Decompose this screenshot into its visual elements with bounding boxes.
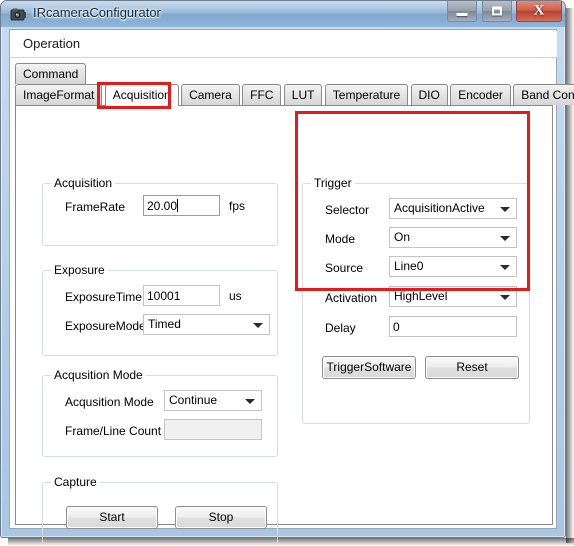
menu-bar: Operation [11,31,557,58]
camera-icon [10,8,26,21]
window-title: IRcameraConfigurator [33,5,161,20]
tab-row-lower: ImageFormat Acquisition Camera FFC LUT T… [15,84,574,106]
tab-encoder[interactable]: Encoder [450,84,511,105]
trigger-source-label: Source [325,261,364,275]
tab-imageformat[interactable]: ImageFormat [15,84,103,105]
group-trigger: Trigger Selector AcquisitionActive Mode … [302,176,530,424]
close-button[interactable]: X [516,1,562,22]
trigger-activation-value: HighLevel [394,289,448,303]
acqusition-mode-label: Acqusition Mode [65,395,154,409]
trigger-delay-label: Delay [325,321,356,335]
tab-command[interactable]: Command [15,63,87,84]
trigger-activation-label: Activation [325,291,378,305]
trigger-activation-combobox[interactable]: HighLevel [389,286,517,307]
maximize-icon [491,6,502,16]
trigger-source-combobox[interactable]: Line0 [389,256,517,277]
exposuretime-input[interactable]: 10001 [143,285,220,306]
group-capture: Capture Start Stop [42,475,278,544]
group-acquisition-title: Acquisition [51,176,116,190]
exposuretime-label: ExposureTime [65,290,142,304]
group-capture-title: Capture [51,475,100,489]
reset-button[interactable]: Reset [425,356,519,379]
start-button[interactable]: Start [66,506,158,529]
window-controls: X [446,1,562,23]
minimize-button[interactable] [447,1,478,22]
trigger-mode-label: Mode [325,232,356,246]
group-acqusition-mode: Acqusition Mode Acqusition Mode Continue… [42,368,278,457]
trigger-selector-value: AcquisitionActive [394,201,485,215]
text-caret [177,199,179,212]
group-exposure-title: Exposure [51,263,108,277]
tab-row-upper: Command [15,63,87,85]
title-bar[interactable]: IRcameraConfigurator X [1,1,565,27]
exposuretime-unit: us [229,289,242,303]
framerate-input[interactable]: 20.00 [143,195,220,216]
frame-line-count-input[interactable] [164,419,262,440]
tab-band-control[interactable]: Band Control [513,84,574,105]
close-icon: X [533,2,545,19]
chevron-down-icon [245,399,255,404]
trigger-source-value: Line0 [394,259,424,273]
chevron-down-icon [500,265,510,270]
trigger-selector-combobox[interactable]: AcquisitionActive [389,198,517,219]
chevron-down-icon [500,207,510,212]
stop-button[interactable]: Stop [175,506,267,529]
minimize-icon [456,13,468,17]
framerate-value: 20.00 [147,199,178,213]
tab-lut[interactable]: LUT [283,84,323,105]
acqusition-mode-combobox[interactable]: Continue [164,390,262,411]
client-area: Operation Command ImageFormat Acquisitio… [9,29,574,544]
menu-item-operation[interactable]: Operation [23,36,80,51]
tab-control: Command ImageFormat Acquisition Camera F… [15,63,574,544]
application-window: IRcameraConfigurator X Operation Command [0,0,574,546]
framerate-label: FrameRate [65,200,126,214]
group-acqusition-mode-title: Acqusition Mode [51,368,146,382]
trigger-software-button[interactable]: TriggerSoftware [322,356,416,379]
trigger-delay-value: 0 [393,320,400,334]
acqusition-mode-value: Continue [169,393,218,407]
chevron-down-icon [500,236,510,241]
exposuretime-value: 10001 [147,289,181,303]
exposuremode-label: ExposureMode [65,319,146,333]
tab-dio[interactable]: DIO [410,84,448,105]
tab-acquisition[interactable]: Acquisition [104,84,179,106]
tab-temperature[interactable]: Temperature [324,84,409,105]
trigger-delay-input[interactable]: 0 [389,316,517,337]
exposuremode-combobox[interactable]: Timed [143,314,270,335]
tab-page-acquisition: Acquisition FrameRate 20.00 fps Exposure… [15,105,553,544]
group-acquisition: Acquisition FrameRate 20.00 fps [42,176,278,246]
tab-ffc[interactable]: FFC [242,84,282,105]
tab-camera[interactable]: Camera [181,84,240,105]
group-exposure: Exposure ExposureTime 10001 us ExposureM… [42,263,278,356]
exposuremode-value: Timed [148,317,181,331]
frame-line-count-label: Frame/Line Count [65,424,162,438]
trigger-selector-label: Selector [325,203,370,217]
group-trigger-title: Trigger [311,176,355,190]
trigger-mode-combobox[interactable]: On [389,227,517,248]
chevron-down-icon [500,295,510,300]
trigger-mode-value: On [394,230,411,244]
chevron-down-icon [253,323,263,328]
maximize-button[interactable] [481,1,512,22]
framerate-unit: fps [229,199,246,213]
